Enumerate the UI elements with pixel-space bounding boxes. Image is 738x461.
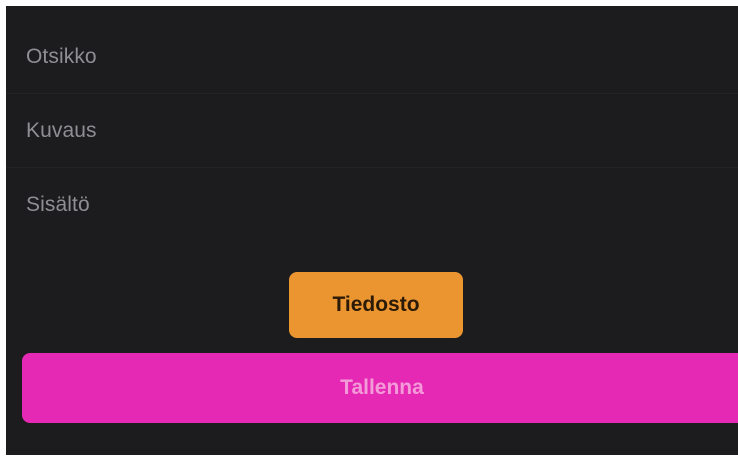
title-placeholder: Otsikko: [26, 44, 97, 68]
description-placeholder: Kuvaus: [26, 118, 97, 142]
content-field[interactable]: Sisältö: [6, 168, 738, 242]
description-field[interactable]: Kuvaus: [6, 94, 738, 168]
content-placeholder: Sisältö: [26, 193, 90, 216]
save-button[interactable]: Tallenna: [22, 353, 738, 423]
form-screen: Otsikko Kuvaus Sisältö Tiedosto Tallenna: [6, 6, 738, 455]
file-button[interactable]: Tiedosto: [289, 272, 463, 338]
title-field[interactable]: Otsikko: [6, 20, 738, 94]
